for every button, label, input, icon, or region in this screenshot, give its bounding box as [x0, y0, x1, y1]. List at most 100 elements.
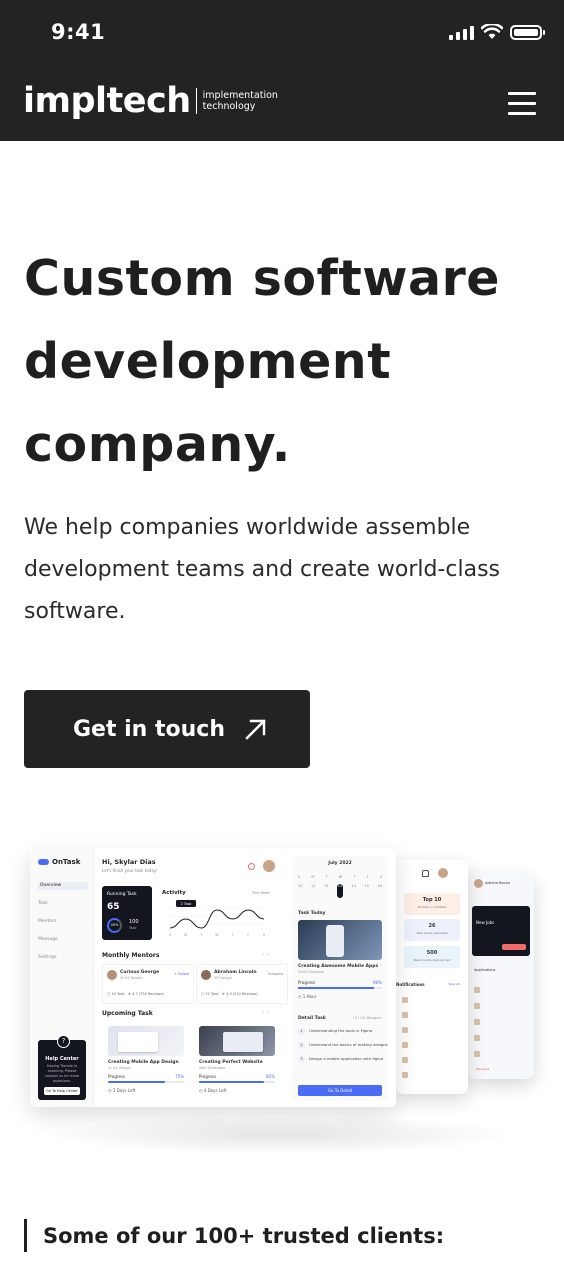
task-progress-fill	[108, 1081, 165, 1083]
list-item	[474, 985, 528, 994]
detail-task-step: 3 Design a mobile application with figma	[298, 1056, 383, 1063]
detail-task-step-text: Understand the basics of making designs	[309, 1042, 388, 1047]
stat-card-sub: Position in dribbble	[417, 905, 447, 909]
task-days-left-text: 4 Days Left	[203, 1088, 227, 1093]
list-item	[474, 1001, 528, 1010]
calendar-dates: 10 11 12 13 14 15 16	[298, 884, 382, 898]
mentor-stats: ▢ 40 Task ★ 4,7 (750 Reviews)	[107, 992, 164, 996]
sidebar-item-task: Task	[38, 901, 48, 906]
phone-mockup-1: Top 10 Position in dribbble 26 New Items U…	[396, 860, 468, 1094]
ontask-icon	[38, 859, 49, 865]
sidebar-item-mentors: Mentors	[38, 919, 57, 924]
dashboard-mockup: OnTask Overview Task Mentors Message Set…	[30, 848, 396, 1107]
cellular-signal-icon	[449, 24, 474, 40]
bell-icon	[422, 870, 429, 877]
activity-day-label: F	[247, 933, 249, 937]
running-task-total: 100 Task	[129, 919, 139, 931]
activity-day-label: W	[215, 933, 219, 937]
task-days-left-text: 3 Days Left	[112, 1088, 136, 1093]
running-task-label: Running Task	[107, 892, 137, 897]
sidebar-item-overview: Overview	[38, 882, 88, 890]
stat-card-title: Top 10	[422, 897, 442, 903]
logo-tagline-line-1: implementation	[202, 90, 278, 101]
clients-heading-accent	[24, 1219, 27, 1252]
calendar-date: 16	[377, 884, 382, 888]
clients-heading: Some of our 100+ trusted clients:	[43, 1224, 445, 1248]
task-today-progress-bar	[298, 987, 382, 989]
activity-range: This Week	[252, 891, 270, 895]
mentor-tasks: 32 Task	[205, 992, 219, 996]
logo-wordmark: impltech	[23, 80, 191, 121]
product-mockup: Adeline Bacon New Jobs Applications Decl…	[30, 845, 540, 1175]
upcoming-task-title: Upcoming Task	[102, 1010, 153, 1017]
mentors-nav-arrows: ‹ ›	[262, 952, 270, 958]
notification-item	[402, 1040, 462, 1049]
task-image	[108, 1026, 184, 1056]
get-in-touch-label: Get in touch	[72, 716, 225, 742]
arrow-up-right-icon	[245, 719, 266, 740]
avatar	[438, 868, 448, 878]
sidebar-item-message: Message	[38, 937, 58, 942]
follow-link: + Follow	[173, 972, 189, 976]
activity-chart: 2 Task S M T W T F S	[168, 900, 266, 937]
ontask-logo: OnTask	[38, 858, 80, 866]
status-icons	[449, 24, 545, 40]
calendar-weekdays: SMTWTFS	[298, 875, 382, 879]
view-all-link: View All	[448, 982, 460, 986]
weekday: T	[325, 875, 328, 879]
avatar	[107, 970, 117, 980]
wifi-icon	[481, 24, 503, 39]
help-text: Having Trouble in Learning. Please conta…	[44, 1064, 80, 1083]
new-jobs-label: New Jobs	[476, 920, 495, 925]
notification-item	[402, 1070, 462, 1079]
mentor-role: UI UX Design	[120, 976, 143, 980]
list-item	[474, 1049, 528, 1058]
task-today-time-text: 1 Hour	[302, 994, 317, 999]
activity-day-label: M	[184, 933, 187, 937]
help-center-card: ? Help Center Having Trouble in Learning…	[38, 1035, 86, 1100]
detail-task-step: 2 Understand the basics of making designs	[298, 1042, 388, 1049]
top-navigation-bar: 9:41 impltech implementation technology	[0, 0, 564, 141]
running-task-total-value: 100	[129, 919, 139, 925]
new-jobs-button	[502, 944, 526, 950]
dashboard-right-panel: July 2022 S M T W T F S 10 11 12 13 14 15 16 Task To…	[292, 856, 388, 1101]
avatar	[263, 860, 275, 872]
weekday: T	[353, 875, 356, 879]
activity-line	[169, 909, 265, 929]
task-progress-value: 75%	[175, 1074, 184, 1079]
mentor-rating: 4,9 (510 Reviews)	[226, 992, 258, 996]
notifications-title: Notifications	[396, 982, 425, 987]
ontask-name: OnTask	[52, 858, 81, 866]
stat-card: 500 New Clients Approached	[404, 946, 460, 968]
logo-tagline-line-2: technology	[202, 101, 256, 112]
calendar-date: 15	[364, 884, 369, 888]
impltech-logo[interactable]: impltech implementation technology	[23, 80, 278, 122]
upcoming-task-card: Creating Mobile App Design UI UX Design …	[108, 1026, 184, 1104]
monthly-mentors-title: Monthly Mentors	[102, 952, 160, 959]
question-icon: ?	[57, 1035, 70, 1048]
task-progress-bar	[199, 1081, 275, 1083]
task-name: Creating Perfect Website	[199, 1060, 263, 1065]
hamburger-menu-icon[interactable]	[508, 92, 536, 116]
upcoming-task-card: Creating Perfect Website Web Developer P…	[199, 1026, 275, 1104]
calendar-date: 10	[298, 884, 303, 888]
task-today-title: Task Today	[298, 911, 326, 916]
detail-task-step: 1 Understanding the tools in Figma	[298, 1028, 372, 1035]
logo-tagline: implementation technology	[203, 90, 278, 112]
task-image	[199, 1026, 275, 1056]
task-today-name: Creating Awesome Mobile Apps	[298, 964, 379, 969]
task-days-left: ◷ 3 Days Left	[108, 1088, 136, 1093]
task-category: Web Developer	[199, 1066, 226, 1070]
dashboard-greeting-sub: Let's finish your task today!	[102, 868, 158, 873]
task-today-image	[298, 920, 382, 960]
weekday: F	[366, 875, 369, 879]
avatar	[201, 970, 211, 980]
weekday: S	[298, 875, 301, 879]
get-in-touch-button[interactable]: Get in touch	[24, 690, 310, 768]
weekday: W	[338, 875, 343, 879]
status-bar: 9:41	[0, 0, 564, 66]
notification-icon	[248, 863, 255, 870]
activity-day-label: T	[231, 933, 235, 937]
upcoming-nav-arrows: ‹ ›	[262, 1010, 270, 1016]
notification-item	[402, 1025, 462, 1034]
